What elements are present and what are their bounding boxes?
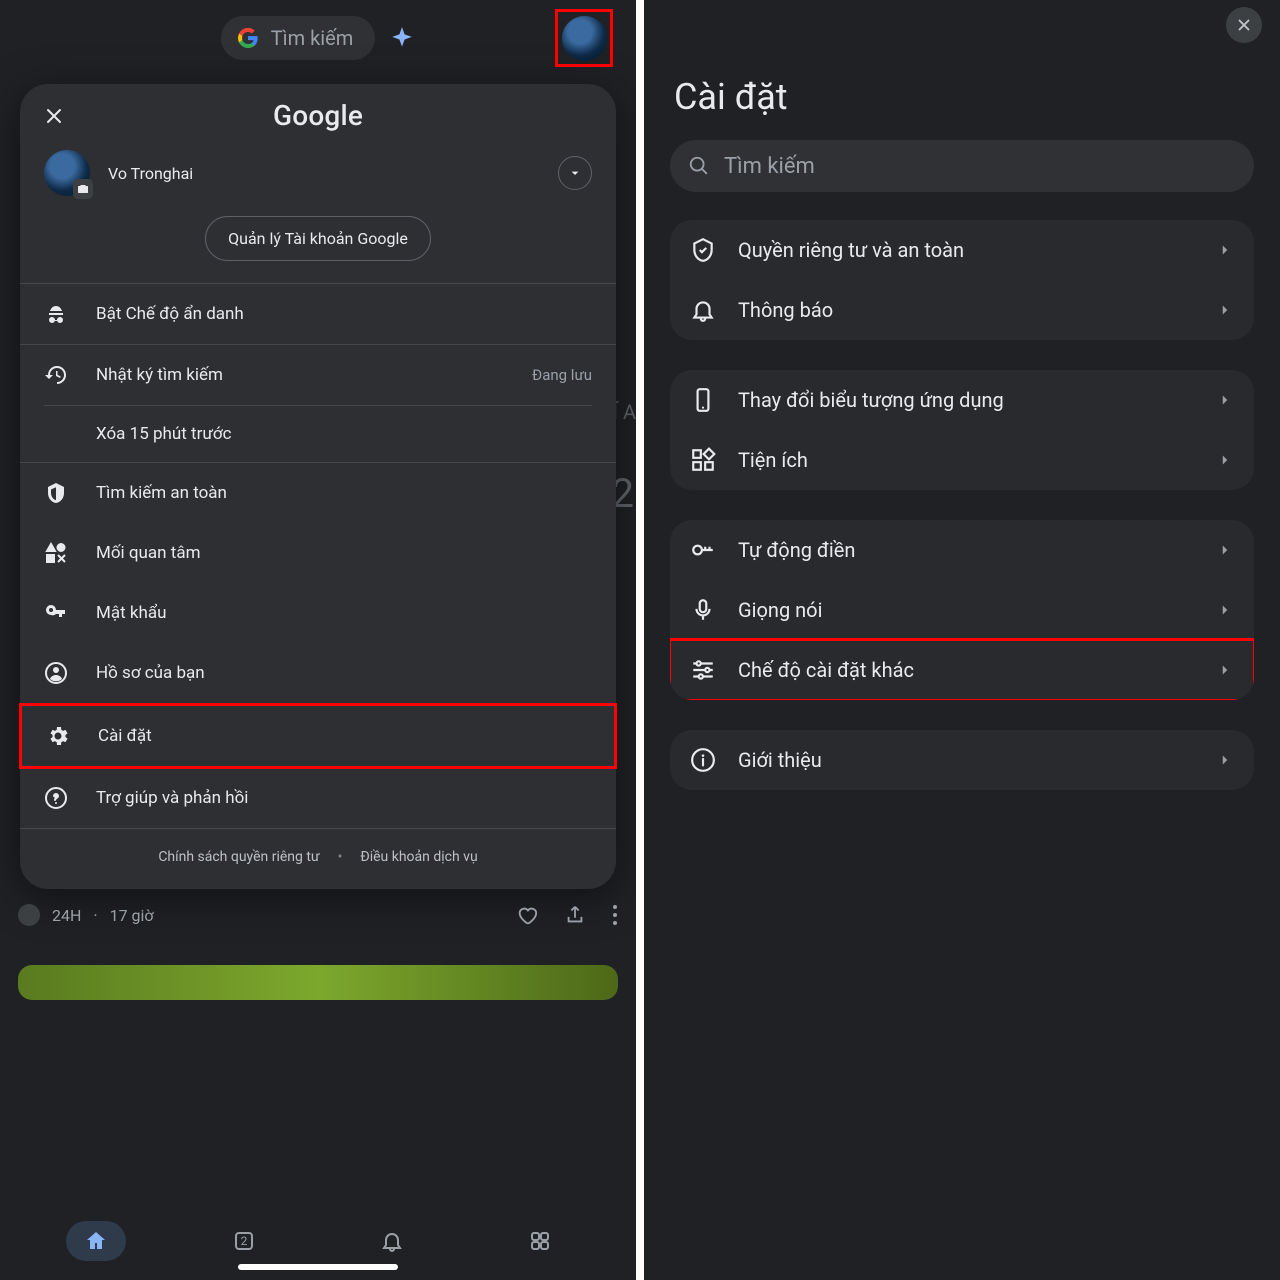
history-icon	[44, 363, 68, 387]
chevron-right-icon	[1216, 601, 1234, 619]
feed-row: 24H · 17 giờ	[18, 904, 618, 926]
row-app-icon[interactable]: Thay đổi biểu tượng ứng dụng	[670, 370, 1254, 430]
history-row[interactable]: Nhật ký tìm kiếm Đang lưu	[20, 345, 616, 405]
nav-menu[interactable]	[510, 1221, 570, 1261]
feed-card-image[interactable]	[18, 965, 618, 1000]
nav-notifications[interactable]	[362, 1221, 422, 1261]
account-name: Vo Tronghai	[108, 164, 193, 183]
chevron-right-icon	[1216, 241, 1234, 259]
home-icon	[84, 1229, 108, 1253]
row-notifications[interactable]: Thông báo	[670, 280, 1254, 340]
heart-icon[interactable]	[516, 904, 538, 926]
chevron-right-icon	[1216, 661, 1234, 679]
safesearch-row[interactable]: Tìm kiếm an toàn	[20, 463, 616, 523]
profile-avatar[interactable]	[562, 16, 607, 61]
settings-row[interactable]: Cài đặt	[19, 703, 617, 769]
share-icon[interactable]	[564, 904, 586, 926]
search-icon	[688, 155, 710, 177]
shield-check-icon	[690, 237, 716, 263]
google-wordmark: Google	[273, 99, 363, 132]
profile-row[interactable]: Hồ sơ của bạn	[20, 643, 616, 703]
feed-time: 17 giờ	[110, 906, 154, 925]
source-favicon	[18, 904, 40, 926]
chevron-down-icon	[567, 165, 583, 181]
row-widgets[interactable]: Tiện ích	[670, 430, 1254, 490]
help-icon	[44, 786, 68, 810]
settings-search[interactable]: Tìm kiếm	[670, 140, 1254, 192]
left-panel: Tìm kiếm DĨ A 32 Google Vo Tronghai Quản…	[0, 0, 636, 1280]
camera-badge-icon	[73, 179, 93, 199]
interests-icon	[44, 541, 68, 565]
account-row[interactable]: Vo Tronghai	[20, 146, 616, 216]
widgets-icon	[690, 447, 716, 473]
group-about: Giới thiệu	[670, 730, 1254, 790]
key-icon	[44, 601, 68, 625]
close-icon[interactable]	[42, 104, 66, 128]
page-title: Cài đặt	[644, 50, 1280, 140]
chevron-right-icon	[1216, 451, 1234, 469]
account-avatar[interactable]	[44, 150, 90, 196]
sparkle-icon[interactable]	[389, 25, 415, 51]
gear-icon	[46, 724, 70, 748]
person-icon	[44, 661, 68, 685]
expand-button[interactable]	[558, 156, 592, 190]
shield-icon	[44, 481, 68, 505]
history-status: Đang lưu	[532, 366, 592, 384]
google-g-icon	[237, 27, 259, 49]
group-privacy: Quyền riêng tư và an toàn Thông báo	[670, 220, 1254, 340]
row-voice[interactable]: Giọng nói	[670, 580, 1254, 640]
chevron-right-icon	[1216, 391, 1234, 409]
incognito-icon	[44, 302, 68, 326]
bell-icon	[690, 297, 716, 323]
row-other-settings[interactable]: Chế độ cài đặt khác	[670, 640, 1254, 700]
incognito-row[interactable]: Bật Chế độ ẩn danh	[20, 284, 616, 344]
right-panel: Cài đặt Tìm kiếm Quyền riêng tư và an to…	[644, 0, 1280, 1280]
row-autofill[interactable]: Tự động điền	[670, 520, 1254, 580]
chevron-right-icon	[1216, 301, 1234, 319]
manage-account-button[interactable]: Quản lý Tài khoản Google	[205, 216, 431, 261]
chevron-right-icon	[1216, 751, 1234, 769]
search-placeholder: Tìm kiếm	[724, 154, 815, 179]
chevron-right-icon	[1216, 541, 1234, 559]
phone-icon	[690, 387, 716, 413]
mic-icon	[690, 597, 716, 623]
search-placeholder: Tìm kiếm	[271, 26, 354, 50]
bell-icon	[380, 1229, 404, 1253]
row-about[interactable]: Giới thiệu	[670, 730, 1254, 790]
sheet-footer: Chính sách quyền riêng tư • Điều khoản d…	[20, 829, 616, 881]
tune-icon	[690, 657, 716, 683]
home-indicator[interactable]	[238, 1264, 398, 1270]
help-row[interactable]: Trợ giúp và phản hồi	[20, 768, 616, 828]
passwords-row[interactable]: Mật khẩu	[20, 583, 616, 643]
nav-home[interactable]	[66, 1221, 126, 1261]
account-sheet: Google Vo Tronghai Quản lý Tài khoản Goo…	[20, 84, 616, 889]
grid-icon	[528, 1229, 552, 1253]
interests-row[interactable]: Mối quan tâm	[20, 523, 616, 583]
search-pill[interactable]: Tìm kiếm	[221, 16, 376, 60]
more-icon[interactable]	[612, 904, 618, 926]
topbar: Tìm kiếm	[0, 0, 636, 75]
tos-link[interactable]: Điều khoản dịch vụ	[360, 849, 477, 865]
close-button[interactable]	[1226, 7, 1262, 43]
delete-15-row[interactable]: Xóa 15 phút trước	[20, 406, 616, 462]
nav-tabs[interactable]: 2	[214, 1221, 274, 1261]
avatar-highlight	[555, 9, 613, 67]
info-icon	[690, 747, 716, 773]
group-input: Tự động điền Giọng nói Chế độ cài đặt kh…	[670, 520, 1254, 700]
group-appearance: Thay đổi biểu tượng ứng dụng Tiện ích	[670, 370, 1254, 490]
tab-count: 2	[241, 1234, 248, 1248]
key-icon	[690, 537, 716, 563]
close-icon	[1235, 16, 1253, 34]
feed-source: 24H	[52, 906, 81, 925]
row-privacy[interactable]: Quyền riêng tư và an toàn	[670, 220, 1254, 280]
privacy-link[interactable]: Chính sách quyền riêng tư	[158, 849, 319, 865]
